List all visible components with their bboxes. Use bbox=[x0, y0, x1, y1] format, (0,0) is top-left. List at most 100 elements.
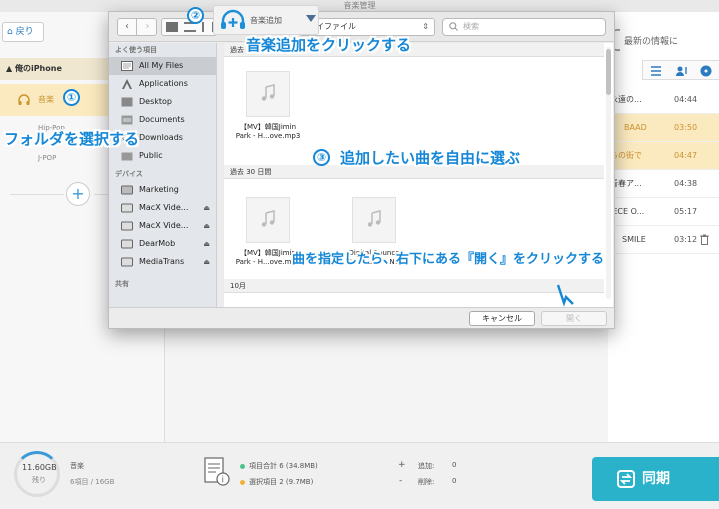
sidebar-item-label: Documents bbox=[139, 115, 185, 124]
list-view-icon[interactable] bbox=[649, 64, 663, 78]
total-items: 項目合計 6 (34.8MB) bbox=[240, 461, 318, 471]
disk-icon bbox=[121, 221, 133, 231]
view-toggle-group bbox=[642, 60, 719, 80]
back-button[interactable]: ⌂ 戻り bbox=[2, 22, 44, 42]
sync-icon bbox=[617, 470, 635, 488]
sidebar-item-documents[interactable]: Documents bbox=[109, 111, 216, 129]
add-playlist-button[interactable]: + bbox=[66, 182, 90, 206]
track-title: IECE O... bbox=[610, 207, 645, 216]
sidebar-item-label: MacX Vide... bbox=[139, 203, 189, 212]
applications-icon bbox=[122, 79, 132, 89]
status-bar: 11.60GB 残り 音楽 6項目 / 16GB i 項目合計 6 (34.8M… bbox=[0, 442, 719, 509]
track-row[interactable]: BAAD 03:50 bbox=[608, 114, 719, 142]
icon-view-icon[interactable] bbox=[166, 22, 178, 32]
sidebar-item-device[interactable]: DearMob ⏏ bbox=[109, 235, 216, 253]
category-label: 音楽 bbox=[70, 462, 84, 470]
cancel-button[interactable]: キャンセル bbox=[469, 311, 535, 326]
track-row[interactable]: 永遠の... 04:44 bbox=[608, 86, 719, 114]
latest-info-label[interactable]: 最新の情報に bbox=[624, 34, 678, 47]
eject-icon[interactable]: ⏏ bbox=[203, 253, 210, 271]
search-icon bbox=[449, 22, 458, 31]
step3-annotation: 追加したい曲を自由に選ぶ bbox=[340, 149, 521, 167]
sidebar-item-device[interactable]: MacX Vide... ⏏ bbox=[109, 217, 216, 235]
track-row[interactable]: 青春ア... 04:38 bbox=[608, 170, 719, 198]
eject-icon[interactable]: ⏏ bbox=[203, 235, 210, 253]
disk-icon bbox=[121, 239, 133, 249]
step1-annotation: フォルダを選択する bbox=[4, 130, 140, 148]
sidebar-item-label: MacX Vide... bbox=[139, 221, 189, 230]
search-input[interactable]: 検索 bbox=[442, 18, 606, 36]
scroll-thumb[interactable] bbox=[606, 49, 611, 95]
vertical-scrollbar[interactable] bbox=[606, 47, 611, 299]
step-number-2: ② bbox=[187, 7, 204, 24]
storage-remaining-label: 残り bbox=[32, 476, 46, 484]
back-chevron-icon[interactable]: ‹ bbox=[118, 19, 137, 35]
shared-header: 共有 bbox=[115, 280, 129, 288]
sidebar-item-device[interactable]: Marketing bbox=[109, 181, 216, 199]
album-view-icon[interactable] bbox=[699, 64, 713, 78]
storage-gauge bbox=[14, 451, 60, 497]
deleted-label: 削除: bbox=[418, 478, 435, 486]
headphones-icon bbox=[18, 94, 30, 105]
back-label: 戻り bbox=[15, 27, 34, 37]
track-panel: 最新の情報に 永遠の... 04:44 BAAD 03:50 らの街で 04:4… bbox=[608, 12, 719, 442]
file-open-dialog: ‹ › マイファイル ⇕ 検索 よく使う項目 All My Files Appl… bbox=[108, 11, 615, 329]
dialog-sidebar: よく使う項目 All My Files Applications Desktop… bbox=[109, 43, 217, 307]
selected-items: 選択項目 2 (9.7MB) bbox=[240, 477, 313, 487]
all-files-icon bbox=[121, 61, 133, 71]
search-placeholder: 検索 bbox=[463, 22, 479, 31]
section-header: 10月 bbox=[224, 279, 604, 293]
track-duration: 05:17 bbox=[674, 207, 698, 216]
sidebar-item-label: Downloads bbox=[139, 133, 183, 142]
sync-button[interactable]: 同期 bbox=[592, 457, 719, 501]
track-duration: 04:44 bbox=[674, 95, 698, 104]
collapse-triangle-icon: ▲ bbox=[6, 64, 13, 73]
track-duration: 04:47 bbox=[674, 151, 698, 160]
forward-chevron-icon[interactable]: › bbox=[138, 19, 157, 35]
step-number-3: ③ bbox=[313, 149, 330, 166]
track-row[interactable]: SMILE 03:12 bbox=[608, 226, 719, 254]
sidebar-item-label: MediaTrans bbox=[139, 257, 185, 266]
desktop-icon bbox=[121, 97, 133, 107]
step-number-1: ① bbox=[63, 89, 80, 106]
file-name-line: 【MV】韓国Jimin bbox=[239, 123, 297, 131]
audio-file-icon bbox=[246, 71, 290, 117]
sidebar-item-all-my-files[interactable]: All My Files bbox=[109, 57, 216, 75]
audio-file-icon bbox=[246, 197, 290, 243]
storage-used: 11.60GB bbox=[22, 463, 57, 472]
eject-icon[interactable]: ⏏ bbox=[203, 217, 210, 235]
favorites-header: よく使う項目 bbox=[115, 46, 157, 54]
device-name: 俺のiPhone bbox=[14, 64, 62, 73]
disk-icon bbox=[121, 257, 133, 267]
added-label: 追加: bbox=[418, 462, 435, 470]
dialog-footer: キャンセル 開く bbox=[109, 307, 614, 328]
document-info-icon: i bbox=[204, 457, 230, 486]
playlist-item[interactable]: J-POP bbox=[38, 154, 56, 162]
track-row[interactable]: IECE O... 05:17 bbox=[608, 198, 719, 226]
eject-icon[interactable]: ⏏ bbox=[203, 199, 210, 217]
minus-sign: - bbox=[399, 476, 403, 486]
sidebar-item-public[interactable]: Public bbox=[109, 147, 216, 165]
sidebar-item-desktop[interactable]: Desktop bbox=[109, 93, 216, 111]
sidebar-item-label: Public bbox=[139, 151, 163, 160]
trash-icon[interactable] bbox=[700, 234, 709, 245]
home-icon: ⌂ bbox=[7, 27, 13, 37]
updown-chevron-icon: ⇕ bbox=[422, 22, 429, 31]
track-title: BAAD bbox=[624, 123, 647, 132]
open-button[interactable]: 開く bbox=[541, 311, 607, 326]
nav-buttons: ‹ › bbox=[117, 18, 157, 36]
sidebar-item-device[interactable]: MediaTrans ⏏ bbox=[109, 253, 216, 271]
file-item[interactable]: 【MV】韓国Jimin Park - H...ove.mp3 bbox=[228, 71, 308, 141]
dropdown-arrow-icon bbox=[306, 15, 316, 22]
divider bbox=[10, 194, 64, 195]
svg-text:i: i bbox=[222, 476, 225, 486]
music-label: 音楽 bbox=[38, 95, 54, 104]
track-row[interactable]: らの街で 04:47 bbox=[608, 142, 719, 170]
sidebar-item-device[interactable]: MacX Vide... ⏏ bbox=[109, 199, 216, 217]
add-music-button[interactable]: 音楽追加 bbox=[213, 5, 319, 35]
artist-view-icon[interactable] bbox=[675, 64, 689, 78]
category-detail: 6項目 / 16GB bbox=[70, 478, 115, 486]
added-value: 0 bbox=[452, 461, 457, 469]
sidebar-item-applications[interactable]: Applications bbox=[109, 75, 216, 93]
step2-annotation: 音楽追加をクリックする bbox=[246, 36, 412, 54]
